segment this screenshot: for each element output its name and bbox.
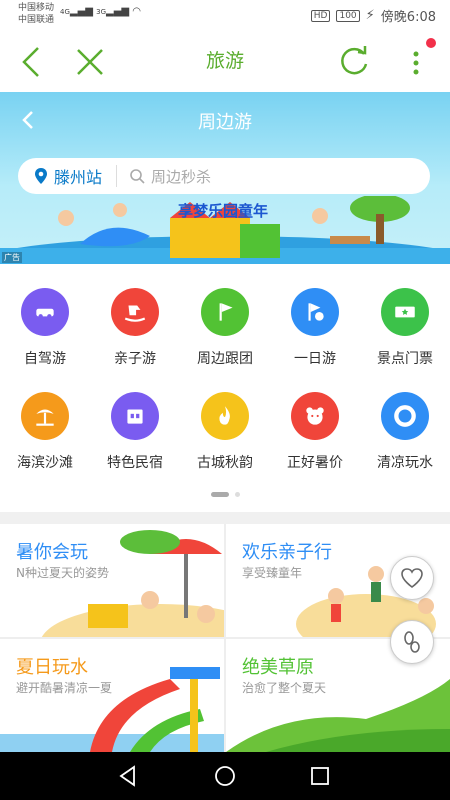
topic-cards: 暑你会玩 N种过夏天的姿势 欢乐亲子行 享受臻童年 夏日玩水 避开酷暑清凉一夏 [0, 524, 450, 752]
favorite-button[interactable] [390, 556, 434, 600]
heart-icon [401, 568, 423, 588]
rocking-horse-icon [111, 288, 159, 336]
nav-bar: 旅游 [0, 30, 450, 92]
page-title: 旅游 [205, 50, 244, 72]
search-bar[interactable]: 滕州站 周边秒杀 [18, 158, 430, 194]
bear-icon [291, 392, 339, 440]
more-vertical-icon [413, 51, 419, 75]
car-icon [21, 288, 69, 336]
ticket-icon [381, 288, 429, 336]
card-summer-play[interactable]: 暑你会玩 N种过夏天的姿势 [0, 524, 224, 637]
hd-badge: HD [310, 9, 331, 22]
card-title: 绝美草原 [242, 657, 314, 678]
status-right: HD 100 ⚡ 傍晚6:08 [310, 6, 436, 25]
clock-flag-icon [291, 288, 339, 336]
category-grid: 自驾游 亲子游 周边跟团 一日游 景点门票海滨沙滩 特色民宿 古城秋韵 正好暑价 清凉玩水 [0, 264, 450, 514]
category-label: 海滨沙滩 [17, 455, 73, 471]
system-navigation-bar [0, 752, 450, 800]
card-title: 夏日玩水 [16, 657, 88, 678]
status-bar: 中国移动 中国联通 4G▂▄▆ 3G▂▄▆ ◠ HD 100 ⚡ 傍晚6:08 [0, 0, 450, 30]
search-icon [130, 169, 145, 184]
category-house[interactable]: 特色民宿 [90, 392, 180, 472]
category-label: 一日游 [294, 351, 336, 367]
section-divider [0, 512, 450, 524]
card-water-play[interactable]: 夏日玩水 避开酷暑清凉一夏 [0, 639, 224, 752]
flag-icon [201, 288, 249, 336]
carrier-labels: 中国移动 中国联通 [18, 2, 54, 26]
page-dot [234, 492, 240, 497]
palm-tree-icon [21, 392, 69, 440]
clock: 傍晚6:08 [380, 10, 436, 25]
charging-icon: ⚡ [365, 8, 375, 23]
signal-2-label: 3G [96, 8, 107, 16]
back-triangle-icon[interactable] [116, 764, 140, 788]
more-button[interactable] [396, 42, 436, 82]
category-label: 景点门票 [377, 351, 433, 367]
card-title: 欢乐亲子行 [242, 542, 332, 563]
carrier-1: 中国移动 [18, 3, 55, 13]
card-subtitle: 避开酷暑清凉一夏 [16, 681, 113, 695]
location-selector[interactable]: 滕州站 [18, 165, 118, 187]
category-ticket[interactable]: 景点门票 [360, 288, 450, 368]
location-pin-icon [35, 168, 47, 184]
banner-text: 享梦乐园童年 [178, 202, 268, 220]
category-label: 自驾游 [24, 351, 66, 367]
signal-1-label: 4G [60, 8, 70, 16]
recents-square-icon[interactable] [308, 764, 332, 788]
location-label: 滕州站 [54, 168, 103, 187]
refresh-icon [341, 46, 368, 75]
category-rocking-horse[interactable]: 亲子游 [90, 288, 180, 368]
footprint-icon [404, 631, 420, 653]
category-label: 亲子游 [114, 351, 156, 367]
category-label: 古城秋韵 [197, 455, 253, 471]
notification-dot [426, 38, 436, 48]
category-car[interactable]: 自驾游 [0, 288, 90, 368]
page-indicator [0, 492, 450, 497]
category-clock-flag[interactable]: 一日游 [270, 288, 360, 368]
house-icon [111, 392, 159, 440]
home-circle-icon[interactable] [213, 764, 237, 788]
promo-banner-image[interactable]: 享梦乐园童年 [0, 196, 450, 264]
battery-icon: 100 [336, 9, 360, 22]
category-lifebuoy[interactable]: 清凉玩水 [360, 392, 450, 472]
search-placeholder: 周边秒杀 [151, 167, 212, 186]
hero-banner: 周边游 滕州站 周边秒杀 享梦乐园童年 广告 [0, 92, 450, 264]
footprint-button[interactable] [390, 620, 434, 664]
category-bear[interactable]: 正好暑价 [270, 392, 360, 472]
card-subtitle: N种过夏天的姿势 [16, 566, 109, 580]
refresh-button[interactable] [334, 42, 374, 82]
ad-label: 广告 [2, 252, 22, 263]
category-label: 特色民宿 [107, 455, 163, 471]
search-input[interactable]: 周边秒杀 [117, 166, 211, 187]
signal-icon: 4G▂▄▆ 3G▂▄▆ ◠ [60, 6, 142, 17]
category-label: 正好暑价 [287, 455, 343, 471]
lifebuoy-icon [381, 392, 429, 440]
carrier-2: 中国联通 [18, 15, 55, 25]
category-fire[interactable]: 古城秋韵 [180, 392, 270, 472]
card-subtitle: 治愈了整个夏天 [242, 681, 327, 695]
category-label: 清凉玩水 [377, 455, 433, 471]
page-dot-active [210, 492, 229, 497]
category-flag[interactable]: 周边跟团 [180, 288, 270, 368]
category-palm-tree[interactable]: 海滨沙滩 [0, 392, 90, 472]
card-subtitle: 享受臻童年 [242, 566, 303, 580]
category-label: 周边跟团 [197, 351, 253, 367]
fire-icon [201, 392, 249, 440]
card-title: 暑你会玩 [16, 542, 88, 563]
hero-title: 周边游 [198, 112, 252, 133]
